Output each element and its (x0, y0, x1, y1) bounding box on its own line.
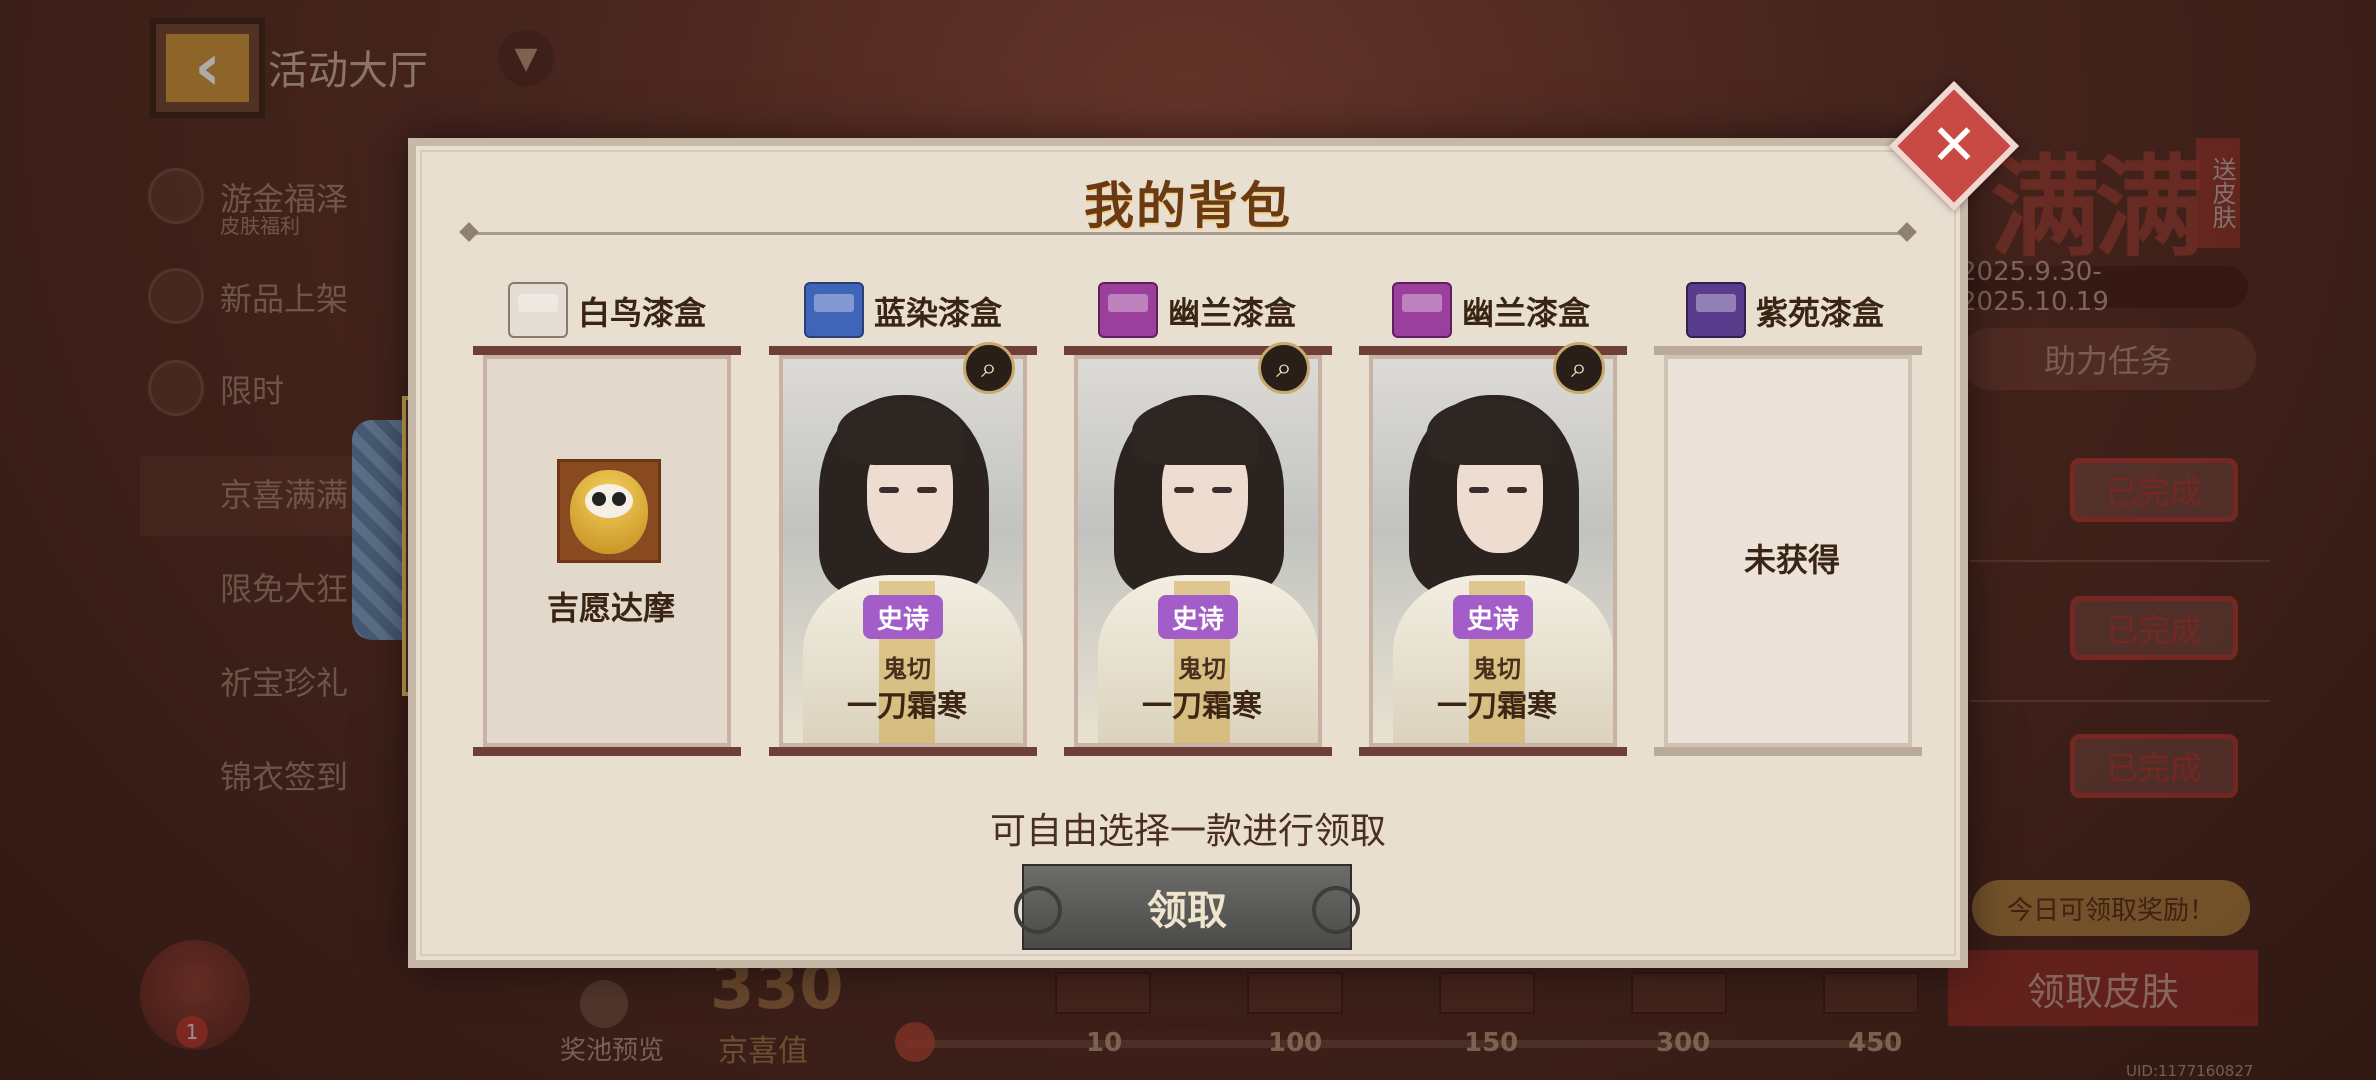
magnifier-icon[interactable]: ⌕ (1258, 342, 1310, 394)
scroll-rod (473, 346, 741, 355)
reward-card[interactable]: 史诗 鬼切 一刀霜寒 ⌕ (769, 342, 1037, 756)
lacquer-box-icon (804, 282, 864, 338)
item-name: 吉愿达摩 (546, 589, 675, 627)
scroll-rod (473, 747, 741, 756)
magnifier-icon[interactable]: ⌕ (1553, 342, 1605, 394)
character-name: 鬼切 (883, 655, 931, 683)
dialog-title: 我的背包 (1084, 176, 1292, 235)
selection-hint: 可自由选择一款进行领取 (989, 811, 1386, 852)
reward-card[interactable]: 史诗 鬼切 一刀霜寒 ⌕ (1359, 342, 1627, 756)
claim-button[interactable]: 领取 (1014, 864, 1360, 950)
scroll-rod (769, 747, 1037, 756)
character-name: 鬼切 (1473, 655, 1521, 683)
reward-card[interactable]: 吉愿达摩 (473, 346, 741, 756)
skin-name: 一刀霜寒 (1142, 689, 1262, 724)
lacquer-box-icon (508, 282, 568, 338)
skin-name: 一刀霜寒 (847, 689, 967, 724)
rarity-badge: 史诗 (1158, 595, 1238, 639)
card-panel: 未获得 (1664, 355, 1912, 747)
scroll-rod (1654, 346, 1922, 355)
card-panel: 吉愿达摩 (483, 355, 731, 747)
scroll-rod (1654, 747, 1922, 756)
box-name: 幽兰漆盒 (1168, 294, 1297, 332)
reward-card[interactable]: 史诗 鬼切 一刀霜寒 ⌕ (1064, 342, 1332, 756)
lacquer-box-icon (1098, 282, 1158, 338)
character-name: 鬼切 (1178, 655, 1226, 683)
box-name: 白鸟漆盒 (578, 294, 707, 332)
skin-portrait: 史诗 鬼切 一刀霜寒 (1074, 355, 1322, 747)
backpack-dialog: 我的背包 白鸟漆盒 吉愿达摩 蓝染漆盒 史诗 鬼切 一刀霜寒 ⌕ 幽兰漆盒 史诗… (408, 138, 1968, 968)
lacquer-box-icon (1686, 282, 1746, 338)
lacquer-box-icon (1392, 282, 1452, 338)
box-name: 蓝染漆盒 (874, 294, 1003, 332)
box-name: 幽兰漆盒 (1462, 294, 1591, 332)
rarity-badge: 史诗 (863, 595, 943, 639)
skin-portrait: 史诗 鬼切 一刀霜寒 (1369, 355, 1617, 747)
rarity-badge: 史诗 (1453, 595, 1533, 639)
title-divider (459, 222, 1917, 242)
daruma-icon (557, 459, 661, 563)
reward-card[interactable]: 未获得 (1654, 346, 1922, 756)
skin-name: 一刀霜寒 (1437, 689, 1557, 724)
skin-portrait: 史诗 鬼切 一刀霜寒 (779, 355, 1027, 747)
magnifier-icon[interactable]: ⌕ (963, 342, 1015, 394)
box-name: 紫苑漆盒 (1756, 294, 1885, 332)
unobtained-label: 未获得 (1743, 541, 1840, 579)
scroll-rod (1064, 747, 1332, 756)
scroll-rod (1359, 747, 1627, 756)
